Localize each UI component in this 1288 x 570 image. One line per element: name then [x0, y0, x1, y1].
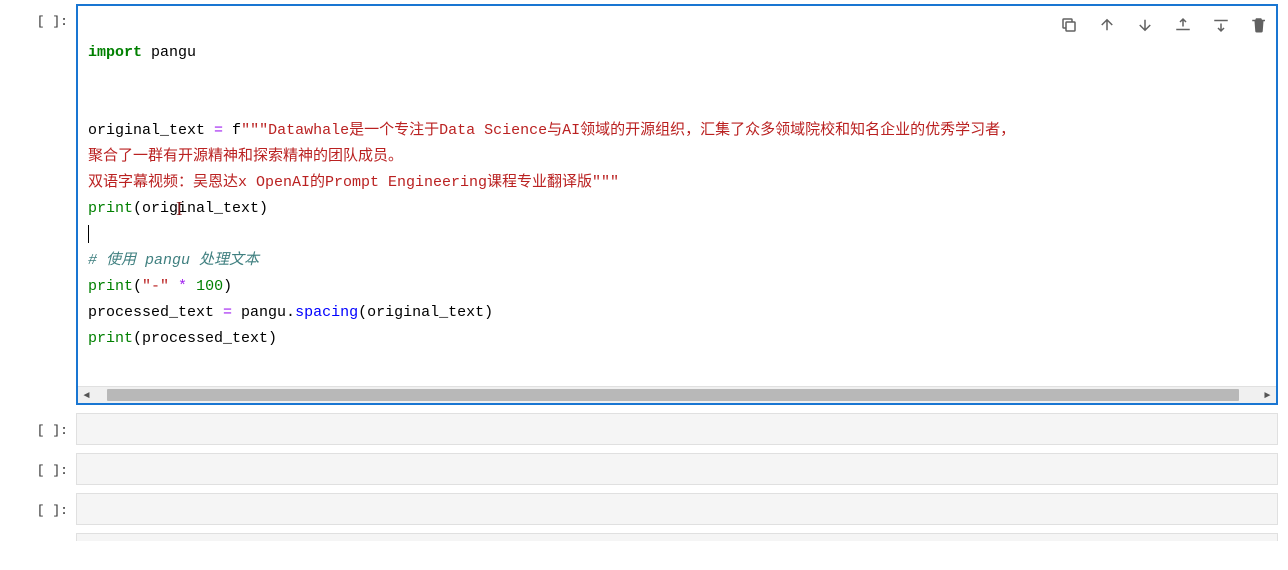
move-up-button[interactable] [1094, 12, 1120, 38]
cell-input-wrapper[interactable] [76, 493, 1278, 525]
code-line: print("-" * 100) [88, 278, 232, 295]
insert-above-button[interactable] [1170, 12, 1196, 38]
insert-below-icon [1212, 16, 1230, 34]
code-cell-empty-2: [ ]: [6, 453, 1288, 485]
arrow-down-icon [1136, 16, 1154, 34]
prompt-label: [ ]: [6, 4, 76, 405]
move-down-button[interactable] [1132, 12, 1158, 38]
code-line: # 使用 pangu 处理文本 [88, 252, 259, 269]
duplicate-icon [1060, 16, 1078, 34]
cell-input-wrapper[interactable] [76, 413, 1278, 445]
code-cell-empty-4 [6, 533, 1288, 541]
code-line: import pangu [88, 44, 196, 61]
text-caret [88, 225, 89, 243]
prompt-label: [ ]: [6, 493, 76, 525]
code-line: processed_text = pangu.spacing(original_… [88, 304, 493, 321]
prompt-label: [ ]: [6, 413, 76, 445]
horizontal-scrollbar[interactable]: ◄ ► [78, 386, 1276, 403]
code-line [88, 226, 89, 243]
scroll-track[interactable] [95, 387, 1259, 403]
scroll-left-button[interactable]: ◄ [78, 387, 95, 404]
scroll-thumb[interactable] [107, 389, 1239, 401]
code-cell-empty-1: [ ]: [6, 413, 1288, 445]
duplicate-button[interactable] [1056, 12, 1082, 38]
cell-input-wrapper: import pangu original_text = f"""Datawha… [76, 4, 1278, 405]
code-line: 聚合了一群有开源精神和探索精神的团队成员。 [88, 148, 403, 165]
code-editor[interactable]: import pangu original_text = f"""Datawha… [78, 6, 1276, 386]
code-line: 双语字幕视频：吴恩达x OpenAI的Prompt Engineering课程专… [88, 174, 619, 191]
insert-below-button[interactable] [1208, 12, 1234, 38]
delete-button[interactable] [1246, 12, 1272, 38]
code-line: print(original_text) [88, 200, 268, 217]
cell-input-wrapper[interactable] [76, 453, 1278, 485]
scroll-right-button[interactable]: ► [1259, 387, 1276, 404]
code-line: original_text = f"""Datawhale是一个专注于Data … [88, 122, 1015, 139]
trash-icon [1250, 16, 1268, 34]
cell-input-wrapper[interactable] [76, 533, 1278, 541]
arrow-up-icon [1098, 16, 1116, 34]
insert-above-icon [1174, 16, 1192, 34]
code-line: print(processed_text) [88, 330, 277, 347]
code-cell-active: [ ]: import pangu original_text [6, 4, 1288, 405]
code-cell-empty-3: [ ]: [6, 493, 1288, 525]
prompt-label: [ ]: [6, 453, 76, 485]
cell-toolbar [1056, 12, 1272, 38]
prompt-label [6, 533, 76, 541]
